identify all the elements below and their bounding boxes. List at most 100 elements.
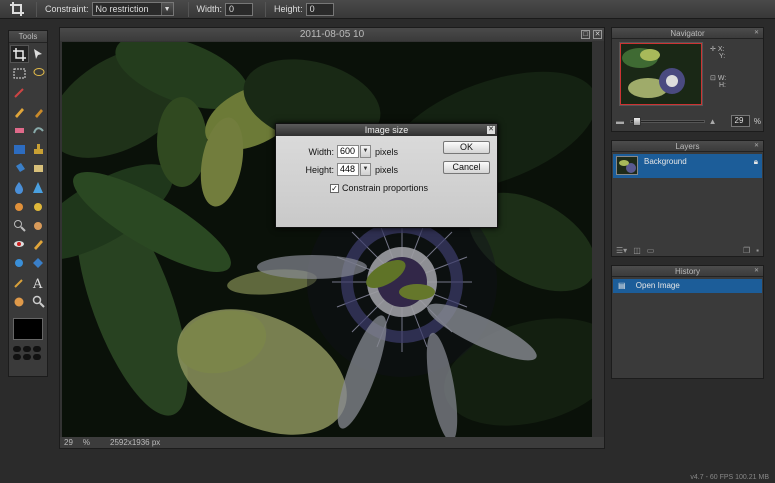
image-window-title: 2011-08-05 10 [299, 29, 365, 40]
navigator-xy: ✛ X: Y: [710, 45, 725, 60]
marquee-tool-icon[interactable] [10, 64, 29, 82]
lasso-tool-icon[interactable] [29, 64, 48, 82]
toolbar-divider [36, 1, 37, 17]
zoom-tool-icon[interactable] [29, 292, 48, 310]
dialog-height-input[interactable]: 448 [337, 163, 359, 176]
close-icon[interactable]: ✕ [593, 30, 602, 39]
color-replace-tool-icon[interactable] [29, 235, 48, 253]
navigator-zoom-input[interactable]: 29 [730, 115, 750, 127]
h-label: H: [719, 82, 726, 89]
height-unit: pixels [375, 164, 399, 175]
image-window-titlebar: 2011-08-05 10 □ ✕ [60, 28, 604, 41]
constrain-checkbox[interactable]: ✓ [330, 183, 339, 193]
width-label: Width: [196, 4, 223, 14]
layers-title-bar: Layers ✕ [612, 141, 763, 152]
layer-folder-icon[interactable]: ▭ [647, 246, 655, 255]
close-icon[interactable]: ✕ [753, 143, 760, 150]
layer-thumbnail [616, 156, 638, 175]
replace-color-tool-icon[interactable] [29, 159, 48, 177]
drop-tool-icon[interactable] [10, 178, 29, 196]
toolbar-divider [187, 1, 189, 17]
new-layer-icon[interactable]: ❐ [743, 246, 750, 255]
color-swatch[interactable] [13, 318, 43, 340]
hand-tool-icon[interactable] [10, 292, 29, 310]
layer-mask-icon[interactable]: ◫ [633, 246, 641, 255]
zoom-slider-knob[interactable] [633, 116, 641, 126]
layer-row[interactable]: Background 🔒︎ [613, 154, 762, 178]
heal-tool-icon[interactable] [29, 216, 48, 234]
constraint-select[interactable]: No restriction ▼ [91, 2, 174, 16]
crop-icon[interactable] [8, 1, 26, 18]
ok-button[interactable]: OK [443, 141, 490, 154]
zoom-out-icon[interactable]: ▬ [616, 117, 624, 126]
chevron-down-icon[interactable]: ▼ [360, 145, 371, 158]
dot [13, 354, 21, 360]
smudge-tool-icon[interactable] [29, 121, 48, 139]
layers-panel: Layers ✕ Background 🔒︎ ☰▾ ◫ ▭ ❐ ▪ [611, 140, 764, 257]
navigator-thumbnail[interactable] [619, 42, 703, 106]
navigator-wh: ⊡ W: H: [710, 74, 726, 89]
tools-panel: Tools A [8, 30, 48, 377]
image-window: 2011-08-05 10 □ ✕ 29 % 2592x1936 px [59, 27, 605, 449]
chevron-down-icon[interactable]: ▼ [360, 163, 371, 176]
eyedropper-tool-icon[interactable] [10, 273, 29, 291]
zoom-value: 29 [64, 438, 73, 447]
image-canvas[interactable] [62, 42, 592, 438]
close-icon[interactable]: ✕ [487, 126, 495, 134]
sponge-tool-icon[interactable] [10, 197, 29, 215]
close-icon[interactable]: ✕ [753, 268, 760, 275]
close-icon[interactable]: ✕ [753, 30, 760, 37]
crop-tool-icon[interactable] [10, 45, 29, 63]
size-icon: ⊡ [710, 75, 716, 82]
stamp-tool-icon[interactable] [29, 140, 48, 158]
cancel-button[interactable]: Cancel [443, 161, 490, 174]
draw-tool-icon[interactable] [10, 254, 29, 272]
width-input[interactable] [225, 2, 254, 16]
top-toolbar: Constraint: No restriction ▼ Width: Heig… [0, 0, 775, 19]
shape-tool-icon[interactable] [29, 254, 48, 272]
dialog-title: Image size [364, 125, 409, 135]
layer-menu-icon[interactable]: ☰▾ [616, 246, 627, 255]
constraint-select-value: No restriction [95, 4, 149, 14]
wand-tool-icon[interactable] [10, 83, 29, 101]
image-dimensions: 2592x1936 px [110, 438, 161, 447]
type-tool-icon[interactable]: A [29, 273, 48, 291]
width-unit: pixels [375, 146, 399, 157]
dot [33, 346, 41, 352]
tools-panel-title: Tools [9, 31, 47, 43]
eraser-tool-icon[interactable] [10, 121, 29, 139]
history-title: History [675, 267, 700, 276]
pencil-tool-icon[interactable] [10, 102, 29, 120]
dialog-width-input[interactable]: 600 [337, 145, 359, 158]
document-icon: ▤ [618, 281, 626, 290]
height-input[interactable] [305, 2, 334, 16]
photo-passionflower [62, 42, 592, 438]
maximize-icon[interactable]: □ [581, 30, 590, 39]
history-row[interactable]: ▤ Open Image [613, 279, 762, 293]
red-eye-tool-icon[interactable] [10, 235, 29, 253]
dot [23, 354, 31, 360]
lock-icon[interactable]: 🔒︎ [754, 157, 758, 167]
bucket-tool-icon[interactable] [10, 159, 29, 177]
dodge-tool-icon[interactable] [29, 197, 48, 215]
empty-tool-slot [29, 83, 48, 101]
move-tool-icon[interactable] [29, 45, 48, 63]
delete-layer-icon[interactable]: ▪ [756, 246, 759, 255]
height-row: Height: 448 ▼ pixels [304, 163, 398, 176]
sharpen-tool-icon[interactable] [29, 178, 48, 196]
dialog-titlebar: Image size ✕ [276, 124, 497, 136]
brush-tool-icon[interactable] [29, 102, 48, 120]
height-label: Height: [274, 4, 303, 14]
dialog-height-label: Height: [305, 164, 334, 175]
w-label: W: [717, 75, 727, 82]
history-title-bar: History ✕ [612, 266, 763, 277]
zoom-slider[interactable] [630, 116, 705, 126]
layers-title: Layers [675, 142, 700, 151]
y-label: Y: [719, 53, 726, 60]
navigator-zoom-row: ▬ ▲ 29 % [616, 114, 761, 128]
gradient-tool-icon[interactable] [10, 140, 29, 158]
zoom-in-icon[interactable]: ▲ [709, 117, 717, 126]
toolbar-divider [265, 1, 267, 17]
navigator-viewport-box[interactable] [620, 43, 702, 105]
zoom-burn-tool-icon[interactable] [10, 216, 29, 234]
